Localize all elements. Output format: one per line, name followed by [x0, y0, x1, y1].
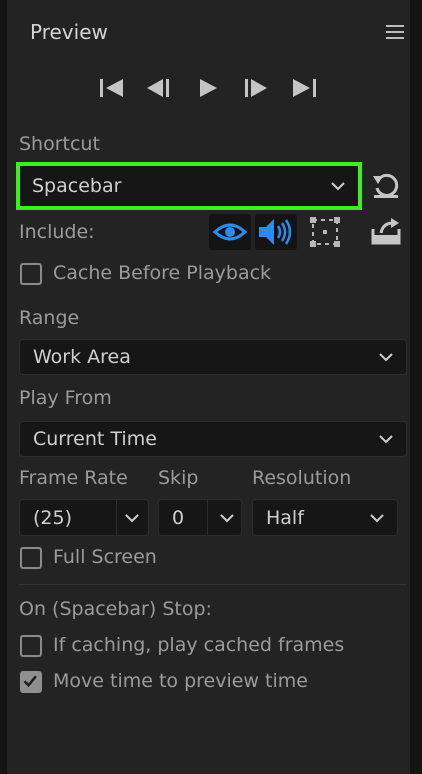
section-divider [19, 584, 407, 585]
next-frame-icon[interactable] [243, 76, 269, 100]
stop-options-label: On (Spacebar) Stop: [19, 598, 212, 620]
range-dropdown[interactable]: Work Area [19, 339, 407, 375]
chevron-down-icon [331, 182, 345, 191]
checkmark-icon [23, 675, 37, 688]
play-from-label: Play From [19, 387, 112, 409]
play-from-value: Current Time [33, 428, 157, 450]
range-value: Work Area [33, 346, 131, 368]
full-screen-checkbox[interactable] [20, 547, 42, 569]
eye-icon [212, 223, 248, 241]
shortcut-dropdown[interactable]: Spacebar [16, 162, 362, 210]
chevron-down-icon [370, 513, 384, 522]
overlay-bounds-icon[interactable] [309, 216, 341, 248]
play-icon[interactable] [198, 76, 220, 100]
reset-icon[interactable] [371, 170, 401, 200]
frame-rate-label: Frame Rate [19, 467, 128, 489]
resolution-value: Half [266, 506, 304, 529]
cache-before-playback-checkbox[interactable] [20, 263, 42, 285]
include-label: Include: [19, 221, 95, 243]
cached-frames-checkbox[interactable] [20, 635, 42, 657]
resolution-label: Resolution [252, 467, 352, 489]
range-label: Range [19, 307, 80, 329]
play-from-dropdown[interactable]: Current Time [19, 421, 407, 457]
skip-label: Skip [158, 467, 199, 489]
skip-value: 0 [172, 506, 185, 529]
chevron-down-icon [379, 435, 393, 444]
resolution-dropdown[interactable]: Half [252, 499, 398, 536]
panel-title: Preview [30, 20, 108, 44]
preview-panel: Preview Shortcut Spacebar Include: Cache… [7, 0, 410, 774]
shortcut-value: Spacebar [32, 175, 122, 197]
skip-dropdown[interactable]: 0 [158, 499, 242, 536]
cached-frames-label: If caching, play cached frames [53, 634, 345, 656]
go-to-last-frame-icon[interactable] [291, 76, 317, 100]
cache-before-playback-label: Cache Before Playback [53, 262, 272, 284]
chevron-down-icon [379, 353, 393, 362]
video-toggle[interactable] [209, 214, 251, 250]
move-time-label: Move time to preview time [53, 670, 308, 692]
full-screen-label: Full Screen [53, 546, 157, 568]
move-time-checkbox[interactable] [20, 671, 42, 693]
chevron-down-icon [125, 513, 139, 522]
frame-rate-dropdown[interactable]: (25) [19, 499, 149, 536]
speaker-icon [259, 219, 292, 245]
chevron-down-icon [220, 513, 234, 522]
go-to-first-frame-icon[interactable] [99, 76, 125, 100]
export-icon[interactable] [371, 217, 401, 245]
hamburger-menu-icon[interactable] [386, 25, 404, 41]
shortcut-label: Shortcut [19, 133, 100, 155]
frame-rate-value: (25) [33, 506, 73, 529]
previous-frame-icon[interactable] [145, 76, 171, 100]
audio-toggle[interactable] [255, 214, 297, 250]
